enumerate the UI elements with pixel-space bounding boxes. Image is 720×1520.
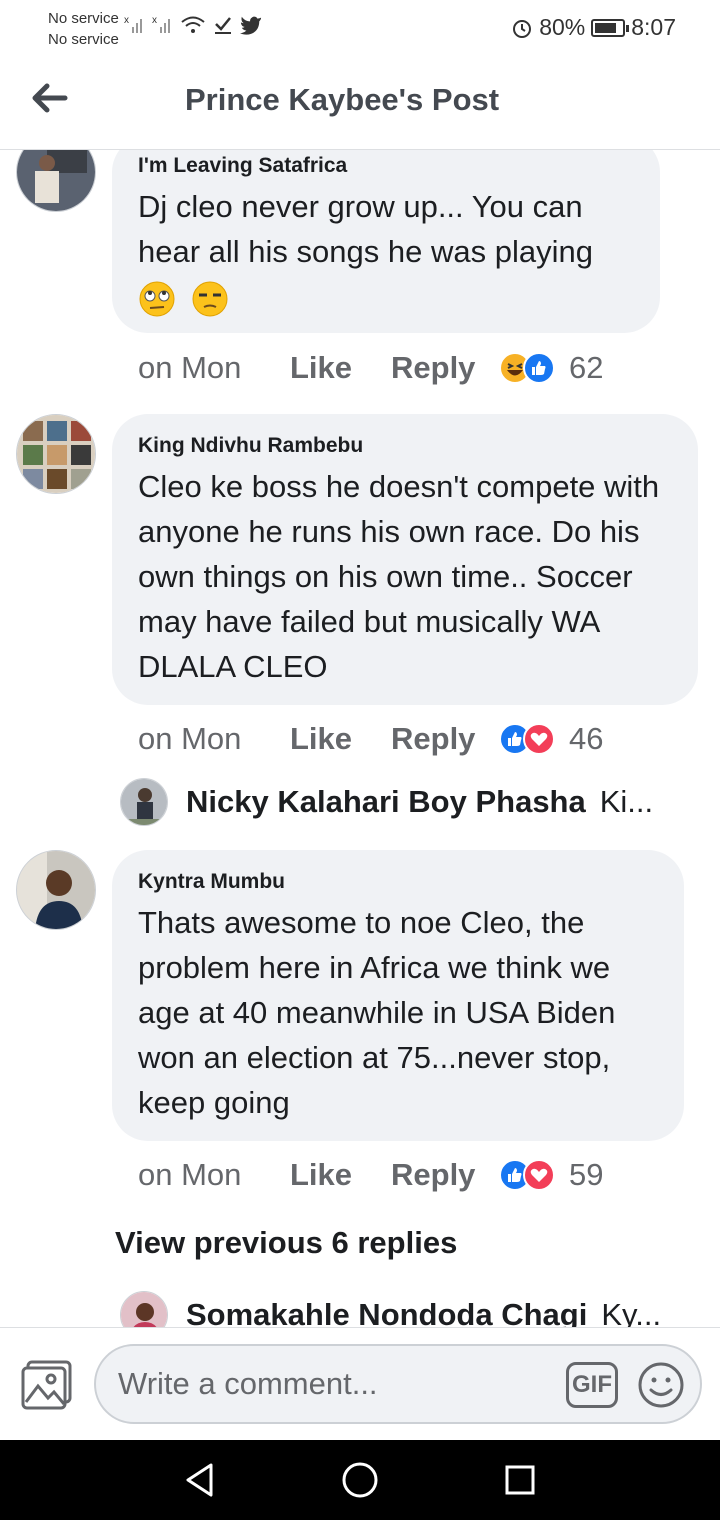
avatar-image xyxy=(17,851,95,929)
comment-text: Cleo ke boss he doesn't compete with any… xyxy=(138,469,660,684)
reply-button[interactable]: Reply xyxy=(391,721,499,757)
signal-icon-2: x xyxy=(152,15,170,33)
like-button[interactable]: Like xyxy=(290,350,391,386)
reaction-count[interactable]: 62 xyxy=(569,350,603,386)
emoji-button[interactable] xyxy=(636,1360,686,1410)
gif-button[interactable]: GIF xyxy=(566,1362,618,1408)
comment-bubble[interactable]: Kyntra Mumbu Thats awesome to noe Cleo, … xyxy=(112,850,684,1141)
reply-author[interactable]: Nicky Kalahari Boy Phasha xyxy=(186,784,586,820)
avatar[interactable] xyxy=(120,1291,168,1327)
nav-recent-button[interactable] xyxy=(498,1458,542,1502)
comment-body: Dj cleo never grow up... You can hear al… xyxy=(138,189,593,269)
like-button[interactable]: Like xyxy=(290,1157,391,1193)
comment-author[interactable]: I'm Leaving Satafrica xyxy=(138,152,634,180)
avatar[interactable] xyxy=(16,850,96,930)
photo-button[interactable] xyxy=(20,1358,74,1412)
comment-input-container[interactable]: GIF xyxy=(94,1344,702,1424)
reactions-summary[interactable]: 46 xyxy=(499,721,603,757)
status-icons: x x xyxy=(124,14,262,36)
view-previous-replies-link[interactable]: View previous 6 replies xyxy=(115,1225,457,1261)
comment-actions: on Mon Like Reply 59 xyxy=(138,1153,603,1197)
carrier-label-2: No service xyxy=(48,31,119,48)
comment-author[interactable]: Kyntra Mumbu xyxy=(138,868,658,896)
alarm-icon xyxy=(513,19,532,38)
comment-timestamp[interactable]: on Mon xyxy=(138,1157,290,1193)
square-recent-icon xyxy=(505,1465,535,1495)
battery-icon xyxy=(591,18,630,37)
back-button[interactable] xyxy=(26,78,72,118)
reaction-count[interactable]: 59 xyxy=(569,1157,603,1193)
like-button[interactable]: Like xyxy=(290,721,391,757)
reactions-summary[interactable]: 59 xyxy=(499,1157,603,1193)
like-reaction-icon xyxy=(523,352,555,384)
post-header: Prince Kaybee's Post xyxy=(0,56,720,150)
clock: 8:07 xyxy=(631,14,676,40)
download-check-icon xyxy=(215,17,231,34)
smiley-icon xyxy=(638,1362,684,1408)
comments-feed[interactable]: I'm Leaving Satafrica Dj cleo never grow… xyxy=(0,150,720,1327)
triangle-back-icon xyxy=(186,1463,213,1497)
battery-percent: 80% xyxy=(539,14,586,40)
reply-preview[interactable]: Somakahle Nondoda Chagi Ky... xyxy=(120,1290,680,1327)
comment-text: Thats awesome to noe Cleo, the problem h… xyxy=(138,905,616,1120)
eye-roll-emoji-icon xyxy=(138,280,176,318)
page-title: Prince Kaybee's Post xyxy=(185,82,500,117)
avatar-image xyxy=(121,779,167,825)
avatar[interactable] xyxy=(120,778,168,826)
twitter-icon xyxy=(240,16,262,35)
comment-actions: on Mon Like Reply 46 xyxy=(138,717,603,761)
svg-text:x: x xyxy=(124,15,129,26)
circle-home-icon xyxy=(342,1462,378,1498)
comment-author[interactable]: King Ndivhu Rambebu xyxy=(138,432,672,460)
reactions-summary[interactable]: 62 xyxy=(499,350,603,386)
avatar-image xyxy=(121,1292,167,1327)
arrow-left-icon xyxy=(32,83,68,113)
comment-bubble[interactable]: I'm Leaving Satafrica Dj cleo never grow… xyxy=(112,150,660,333)
avatar-image xyxy=(17,150,95,211)
carrier-label-1: No service xyxy=(48,10,119,27)
reply-preview[interactable]: Nicky Kalahari Boy Phasha Ki... xyxy=(120,777,680,827)
nav-home-button[interactable] xyxy=(338,1458,382,1502)
wifi-icon xyxy=(181,16,205,33)
comment-bubble[interactable]: King Ndivhu Rambebu Cleo ke boss he does… xyxy=(112,414,698,705)
battery-fill xyxy=(595,22,617,33)
reply-button[interactable]: Reply xyxy=(391,1157,499,1193)
love-reaction-icon xyxy=(523,723,555,755)
comment-input[interactable] xyxy=(118,1360,558,1408)
system-nav-bar xyxy=(0,1440,720,1520)
reply-snippet: Ky... xyxy=(601,1297,662,1327)
reply-button[interactable]: Reply xyxy=(391,350,499,386)
reaction-count[interactable]: 46 xyxy=(569,721,603,757)
unamused-emoji-icon xyxy=(191,280,229,318)
avatar[interactable] xyxy=(16,414,96,494)
comment-composer: GIF xyxy=(0,1327,720,1440)
status-right: 80% 8:07 xyxy=(511,14,676,41)
avatar-image xyxy=(17,415,95,493)
love-reaction-icon xyxy=(523,1159,555,1191)
signal-icon: x xyxy=(124,15,142,33)
comment-timestamp[interactable]: on Mon xyxy=(138,721,290,757)
comment-timestamp[interactable]: on Mon xyxy=(138,350,290,386)
comment-text: Dj cleo never grow up... You can hear al… xyxy=(138,184,634,319)
svg-text:x: x xyxy=(152,15,157,26)
comment-actions: on Mon Like Reply 62 xyxy=(138,346,603,390)
carrier-info: No service No service xyxy=(48,8,119,50)
status-bar: No service No service x x 80% 8:07 xyxy=(0,0,720,56)
reply-snippet: Ki... xyxy=(599,784,654,819)
photo-icon xyxy=(21,1360,72,1410)
nav-back-button[interactable] xyxy=(178,1458,222,1502)
avatar[interactable] xyxy=(16,150,96,212)
reply-author[interactable]: Somakahle Nondoda Chagi xyxy=(186,1297,587,1327)
